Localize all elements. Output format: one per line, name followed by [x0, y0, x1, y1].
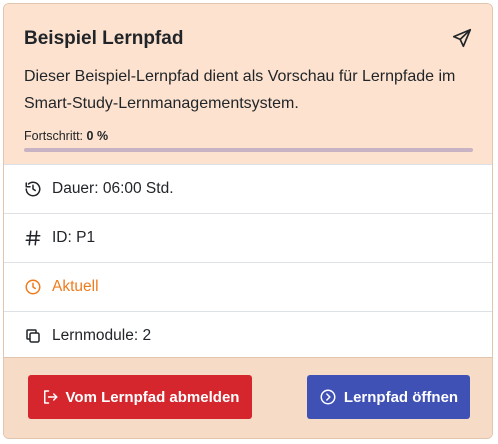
status-row: Aktuell — [4, 262, 492, 311]
modules-row: Lernmodule: 2 — [4, 311, 492, 360]
card-footer: Vom Lernpfad abmelden Lernpfad öffnen — [4, 357, 492, 438]
open-learning-path-button[interactable]: Lernpfad öffnen — [307, 375, 470, 419]
unsubscribe-button[interactable]: Vom Lernpfad abmelden — [28, 375, 252, 419]
hash-icon — [24, 229, 42, 247]
progress-bar — [24, 148, 473, 152]
unsubscribe-button-label: Vom Lernpfad abmelden — [65, 388, 240, 406]
progress-label: Fortschritt: 0 % — [24, 129, 472, 143]
card-header: Beispiel Lernpfad Dieser Beispiel-Lernpf… — [4, 4, 492, 164]
duration-text: Dauer: 06:00 Std. — [52, 180, 174, 197]
progress-value: 0 % — [86, 129, 109, 143]
duration-row: Dauer: 06:00 Std. — [4, 164, 492, 213]
open-learning-path-button-label: Lernpfad öffnen — [343, 388, 459, 406]
learning-path-card: Beispiel Lernpfad Dieser Beispiel-Lernpf… — [3, 3, 493, 439]
logout-icon — [41, 388, 59, 406]
send-icon — [452, 28, 472, 48]
chevron-circle-right-icon — [319, 388, 337, 406]
card-title: Beispiel Lernpfad — [24, 28, 184, 49]
id-text: ID: P1 — [52, 229, 96, 246]
copy-icon — [24, 327, 42, 345]
card-description: Dieser Beispiel-Lernpfad dient als Vorsc… — [24, 68, 456, 112]
clock-icon — [24, 278, 42, 296]
share-button[interactable] — [450, 26, 474, 50]
progress-label-text: Fortschritt: — [24, 129, 84, 143]
status-text: Aktuell — [52, 278, 99, 295]
id-row: ID: P1 — [4, 213, 492, 262]
history-icon — [24, 180, 42, 198]
modules-text: Lernmodule: 2 — [52, 327, 152, 344]
